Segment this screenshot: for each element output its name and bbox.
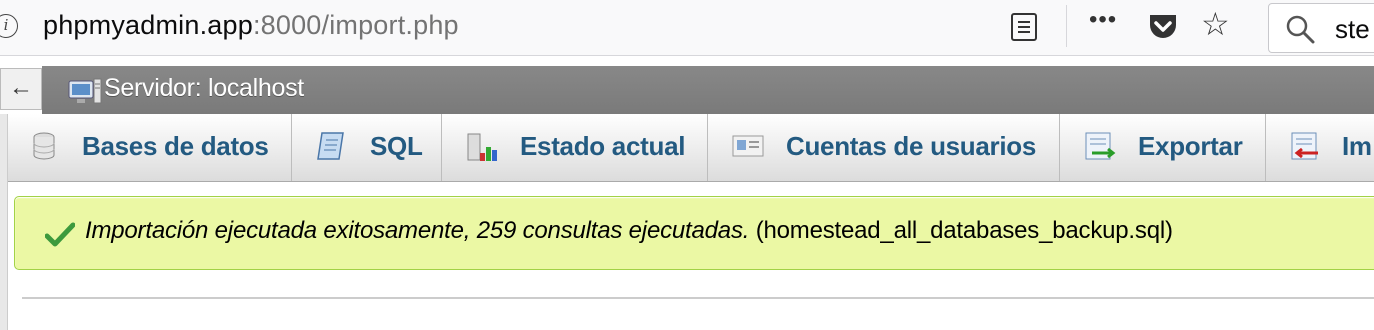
server-link[interactable]: Servidor: localhost xyxy=(104,74,304,103)
status-chart-icon xyxy=(467,133,497,161)
tab-sql-label: SQL xyxy=(370,131,423,161)
toolbar-divider xyxy=(1066,5,1067,47)
server-breadcrumb-bar: Servidor: localhost xyxy=(42,66,1374,114)
tab-status-label: Estado actual xyxy=(520,131,686,161)
tab-databases[interactable]: Bases de datos xyxy=(8,114,292,181)
search-text: ste xyxy=(1335,14,1370,44)
url-path: :8000/import.php xyxy=(252,10,459,40)
success-message: Importación ejecutada exitosamente, 259 … xyxy=(14,196,1374,270)
export-icon xyxy=(1085,132,1116,160)
database-icon xyxy=(33,132,55,160)
search-icon xyxy=(1286,15,1315,44)
divider xyxy=(22,297,1374,299)
tab-import-label: Im xyxy=(1342,131,1372,161)
tab-import[interactable]: Im xyxy=(1266,114,1374,181)
tab-user-accounts-label: Cuentas de usuarios xyxy=(786,131,1037,161)
tab-export[interactable]: Exportar xyxy=(1060,114,1266,181)
page-actions-more-icon[interactable]: ••• xyxy=(1089,6,1117,34)
search-input[interactable]: ste xyxy=(1268,3,1374,53)
tab-user-accounts[interactable]: Cuentas de usuarios xyxy=(708,114,1060,181)
server-icon xyxy=(68,78,102,104)
success-message-text: Importación ejecutada exitosamente, 259 … xyxy=(85,217,1173,245)
site-info-icon[interactable]: i xyxy=(0,14,18,38)
imported-file-name: (homestead_all_databases_backup.sql) xyxy=(755,217,1173,244)
import-result-text: Importación ejecutada exitosamente, 259 … xyxy=(85,217,750,244)
tab-sql[interactable]: SQL xyxy=(292,114,442,181)
tab-export-label: Exportar xyxy=(1138,131,1243,161)
url-field[interactable]: phpmyadmin.app:8000/import.php xyxy=(43,10,459,41)
back-button[interactable]: ← xyxy=(0,68,42,110)
top-menu-tabs: Bases de datos SQL Estado actual Cuentas… xyxy=(8,114,1374,182)
url-host: phpmyadmin.app xyxy=(43,10,253,40)
bookmark-star-icon[interactable]: ☆ xyxy=(1201,8,1230,40)
pocket-icon[interactable] xyxy=(1147,12,1179,42)
browser-url-bar: i phpmyadmin.app:8000/import.php ••• ☆ s… xyxy=(0,0,1374,56)
import-icon xyxy=(1291,132,1318,160)
reader-view-icon[interactable] xyxy=(1011,13,1037,41)
tab-databases-label: Bases de datos xyxy=(82,131,269,161)
left-panel-edge xyxy=(0,114,8,330)
checkmark-icon xyxy=(45,222,75,247)
sql-scroll-icon xyxy=(317,132,344,160)
tab-status[interactable]: Estado actual xyxy=(442,114,708,181)
user-accounts-icon xyxy=(732,135,764,157)
